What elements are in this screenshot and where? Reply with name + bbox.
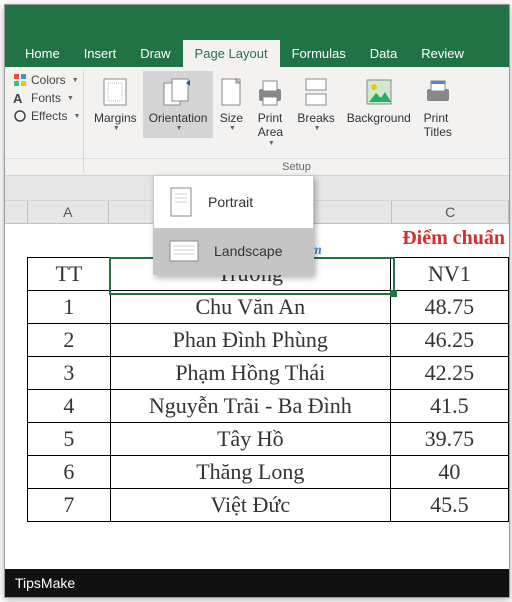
fonts-dropdown[interactable]: AFonts▼ (13, 91, 80, 105)
background-icon (365, 78, 393, 106)
table-row[interactable]: 5Tây Hồ39.75 (28, 423, 509, 456)
col-a[interactable]: A (28, 201, 109, 223)
tab-draw[interactable]: Draw (128, 40, 182, 67)
tab-page-layout[interactable]: Page Layout (183, 40, 280, 67)
margins-icon (102, 77, 128, 107)
orientation-icon (162, 77, 194, 107)
title-bar (5, 5, 509, 37)
print-titles-icon (423, 77, 453, 107)
size-icon (219, 77, 243, 107)
table-row[interactable]: 7Việt Đức45.5 (28, 489, 509, 522)
col-c[interactable]: C (392, 201, 509, 223)
breaks-icon (303, 77, 329, 107)
tab-home[interactable]: Home (13, 40, 72, 67)
menu-portrait[interactable]: Portrait (154, 176, 313, 228)
table-row[interactable]: 4Nguyễn Trãi - Ba Đình41.5 (28, 390, 509, 423)
tab-insert[interactable]: Insert (72, 40, 129, 67)
breaks-button[interactable]: Breaks▼ (291, 71, 340, 138)
table-row[interactable]: 1Chu Văn An48.75 (28, 291, 509, 324)
tab-data[interactable]: Data (358, 40, 409, 67)
tab-review[interactable]: Review (409, 40, 476, 67)
app-window: Home Insert Draw Page Layout Formulas Da… (4, 4, 510, 598)
size-button[interactable]: Size▼ (213, 71, 249, 138)
colors-icon (13, 73, 27, 87)
margins-button[interactable]: Margins▼ (88, 71, 143, 138)
table-row[interactable]: 2Phan Đình Phùng46.25 (28, 324, 509, 357)
tab-formulas[interactable]: Formulas (280, 40, 358, 67)
footer-bar: TipsMake (5, 569, 509, 597)
ribbon-tabs: Home Insert Draw Page Layout Formulas Da… (5, 37, 509, 67)
red-header: Điểm chuẩn (402, 227, 505, 250)
print-area-label: Print Area (258, 111, 283, 140)
background-button[interactable]: Background (341, 71, 417, 129)
menu-portrait-label: Portrait (208, 194, 253, 210)
landscape-icon (168, 238, 200, 264)
table-row[interactable]: 3Phạm Hồng Thái42.25 (28, 357, 509, 390)
menu-landscape[interactable]: Landscape (154, 228, 313, 274)
ribbon: Colors▼ AFonts▼ Effects▼ Margins▼ Orient… (5, 67, 509, 176)
colors-dropdown[interactable]: Colors▼ (13, 73, 80, 87)
data-table: TTTrườngNV1 1Chu Văn An48.75 2Phan Đình … (27, 257, 509, 522)
menu-landscape-label: Landscape (214, 243, 283, 259)
orientation-button[interactable]: Orientation▼ (143, 71, 214, 138)
effects-dropdown[interactable]: Effects▼ (13, 109, 80, 123)
orientation-menu: Portrait Landscape (153, 175, 314, 275)
group-page-setup: Setup (84, 158, 509, 175)
fonts-icon: A (13, 91, 27, 105)
svg-text:A: A (13, 91, 23, 105)
print-area-icon (255, 77, 285, 107)
table-row[interactable]: 6Thăng Long40 (28, 456, 509, 489)
print-titles-button[interactable]: Print Titles (417, 71, 459, 144)
print-area-button[interactable]: Print Area▼ (249, 71, 291, 152)
effects-icon (13, 109, 27, 123)
portrait-icon (168, 186, 194, 218)
